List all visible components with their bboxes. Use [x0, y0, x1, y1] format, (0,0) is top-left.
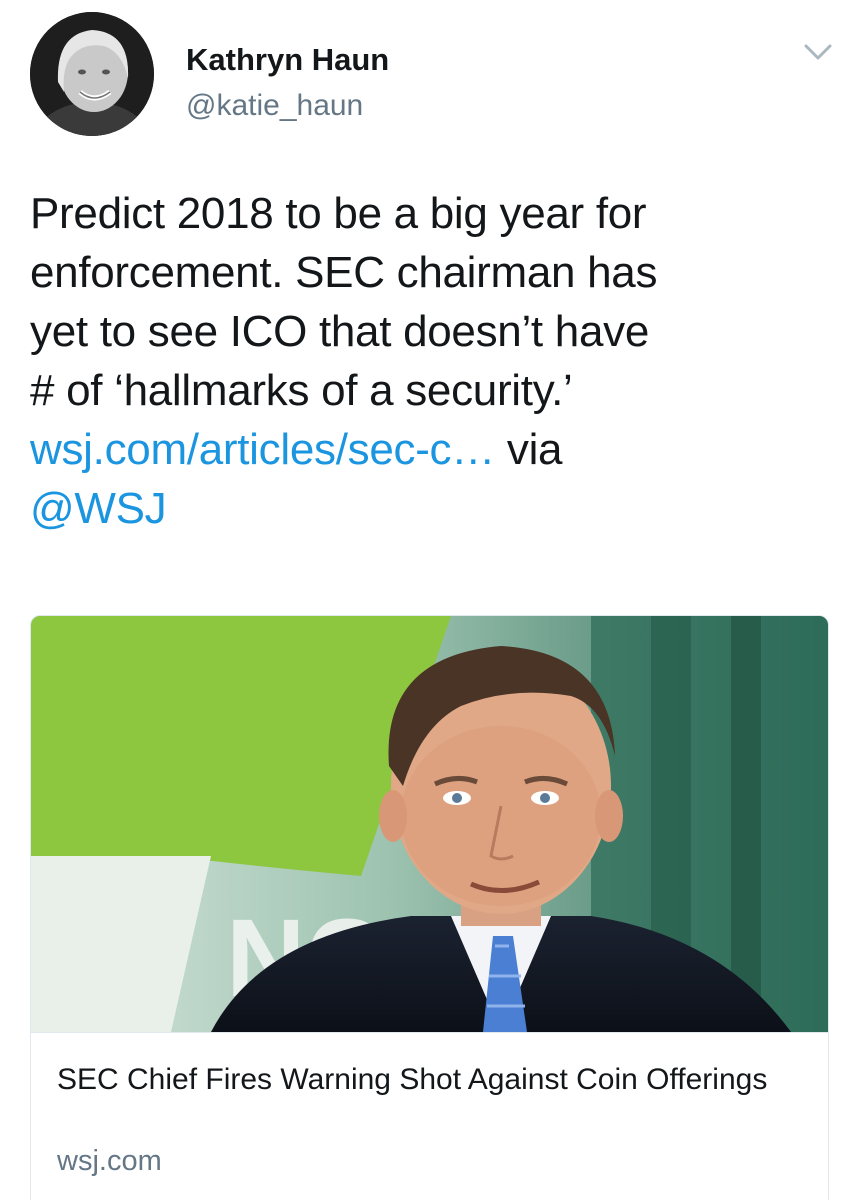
card-image[interactable]: NCE — [31, 616, 828, 1033]
via-text: via — [494, 425, 563, 474]
tweet-text-line: # of ‘hallmarks of a security.’ — [30, 366, 573, 415]
article-link[interactable]: wsj.com/articles/sec-c… — [30, 425, 495, 474]
card-domain: wsj.com — [57, 1145, 162, 1177]
user-name[interactable]: Kathryn Haun — [186, 42, 389, 78]
tweet-text-line: yet to see ICO that doesn’t have — [30, 307, 649, 356]
tweet-text-line: Predict 2018 to be a big year for — [30, 189, 647, 238]
link-card[interactable]: NCE SEC Chief — [30, 615, 829, 1200]
tweet-text: Predict 2018 to be a big year for enforc… — [30, 184, 830, 538]
avatar[interactable] — [30, 12, 154, 136]
profile-photo-icon — [30, 12, 154, 136]
tweet-text-line: @WSJ — [30, 479, 830, 538]
mention-link[interactable]: @WSJ — [30, 484, 167, 533]
card-title[interactable]: SEC Chief Fires Warning Shot Against Coi… — [57, 1058, 797, 1101]
tweet-text-line: enforcement. SEC chairman has — [30, 248, 658, 297]
tweet: Kathryn Haun @katie_haun Predict 2018 to… — [0, 0, 858, 1200]
user-handle[interactable]: @katie_haun — [186, 88, 363, 124]
card-photo: NCE — [31, 616, 828, 1032]
tweet-text-line: wsj.com/articles/sec-c… via — [30, 420, 830, 479]
chevron-down-icon[interactable] — [800, 38, 836, 66]
